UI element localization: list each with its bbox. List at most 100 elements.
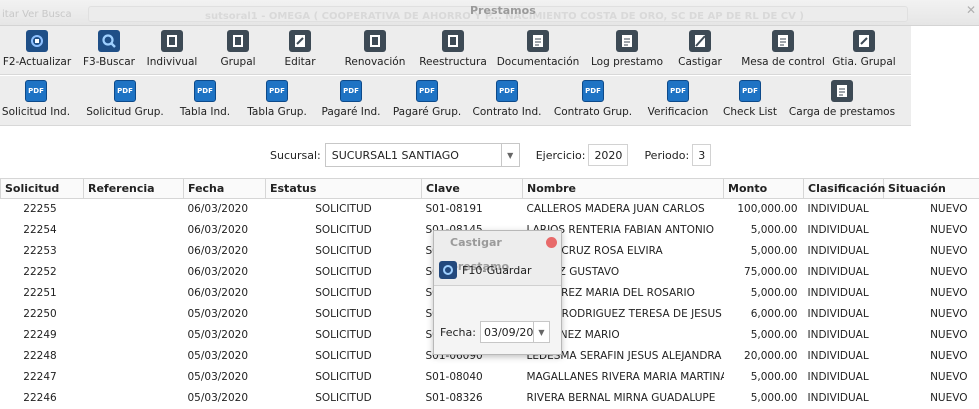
main-toolbar: F2-Actualizar F3-Buscar Indivivual Grupa… xyxy=(0,26,911,75)
status-cell: SOLICITUD xyxy=(315,287,372,299)
write-off-button[interactable]: Castigar xyxy=(675,28,725,72)
group-application-pdf-button[interactable]: PDF Solicitud Grup. xyxy=(86,78,164,122)
documentation-icon xyxy=(527,30,549,52)
request-cell: 22246 xyxy=(23,392,57,404)
key-cell: S01-08040 xyxy=(425,371,483,383)
group-button[interactable]: Grupal xyxy=(215,28,261,72)
column-header[interactable]: Solicitud xyxy=(0,178,84,199)
column-header[interactable]: Nombre xyxy=(522,178,724,199)
column-header[interactable]: Situación xyxy=(883,178,979,199)
status-cell: SOLICITUD xyxy=(315,224,372,236)
reference-cell xyxy=(84,388,184,409)
search-icon xyxy=(98,30,120,52)
status-cell: SOLICITUD xyxy=(315,371,372,383)
individual-application-pdf-button[interactable]: PDF Solicitud Ind. xyxy=(0,78,72,122)
pdf-icon: PDF xyxy=(739,80,761,102)
column-header[interactable]: Referencia xyxy=(83,178,184,199)
branch-label: Sucursal: xyxy=(270,148,321,162)
date-cell: 05/03/2020 xyxy=(187,371,249,383)
dialog-body xyxy=(434,286,561,354)
group-promissory-label: Pagaré Grup. xyxy=(392,106,462,118)
branch-select[interactable]: SUCURSAL1 SANTIAGO ▼ xyxy=(324,143,520,167)
classification-cell: INDIVIDUAL xyxy=(807,245,869,257)
verification-pdf-button[interactable]: PDF Verificacion xyxy=(645,78,711,122)
edit-icon xyxy=(289,30,311,52)
date-field[interactable]: 03/09/2020 ▼ xyxy=(479,321,550,343)
table-row[interactable]: 22247 05/03/2020 SOLICITUD S01-08040 MAGALLA… xyxy=(1,367,979,388)
save-button[interactable]: F10-Guardar xyxy=(439,259,532,281)
group-guarantee-button[interactable]: Gtia. Grupal xyxy=(832,28,896,72)
chevron-down-icon[interactable]: ▼ xyxy=(532,322,549,342)
amount-cell: 100,000.00 xyxy=(737,203,798,216)
filter-bar: Sucursal: SUCURSAL1 SANTIAGO ▼ Ejercicio… xyxy=(270,142,712,168)
control-desk-label: Mesa de control xyxy=(741,56,825,68)
column-header[interactable]: Clasificación xyxy=(803,178,885,199)
date-cell: 05/03/2020 xyxy=(187,308,249,320)
individual-table-pdf-button[interactable]: PDF Tabla Ind. xyxy=(178,78,232,122)
branch-select-value: SUCURSAL1 SANTIAGO xyxy=(331,148,459,162)
classification-cell: INDIVIDUAL xyxy=(807,308,869,320)
window-title: Prestamos xyxy=(470,4,536,17)
amount-cell: 5,000.00 xyxy=(750,329,798,341)
window-close-icon[interactable]: ✕ xyxy=(966,3,976,17)
status-cell: SOLICITUD xyxy=(315,308,372,320)
request-cell: 22247 xyxy=(23,371,57,383)
loan-log-button[interactable]: Log prestamo xyxy=(591,28,663,72)
control-desk-button[interactable]: Mesa de control xyxy=(741,28,825,72)
classification-cell: INDIVIDUAL xyxy=(807,329,869,341)
pdf-icon: PDF xyxy=(25,80,47,102)
chevron-down-icon[interactable]: ▼ xyxy=(500,144,519,166)
date-cell: 05/03/2020 xyxy=(187,392,249,404)
request-cell: 22254 xyxy=(23,224,57,236)
status-cell: SOLICITUD xyxy=(315,350,372,362)
renewal-button[interactable]: Renovación xyxy=(345,28,405,72)
reports-toolbar: PDF Solicitud Ind. PDF Solicitud Grup. P… xyxy=(0,76,911,126)
refresh-button[interactable]: F2-Actualizar xyxy=(3,28,71,72)
reference-cell xyxy=(84,304,184,325)
group-contract-pdf-button[interactable]: PDF Contrato Grup. xyxy=(554,78,632,122)
classification-cell: INDIVIDUAL xyxy=(807,392,869,404)
save-icon xyxy=(439,261,457,279)
date-cell: 06/03/2020 xyxy=(187,203,249,216)
edit-button[interactable]: Editar xyxy=(280,28,320,72)
situation-cell: NUEVO xyxy=(930,266,968,278)
fiscal-year-label: Ejercicio: xyxy=(535,148,586,162)
documentation-button[interactable]: Documentación xyxy=(497,28,579,72)
table-row[interactable]: 22255 06/03/2020 SOLICITUD S01-08191 CALLERO… xyxy=(1,199,979,220)
request-cell: 22250 xyxy=(23,308,57,320)
date-value[interactable]: 03/09/2020 xyxy=(481,326,533,339)
individual-button[interactable]: Indivivual xyxy=(141,28,203,72)
request-cell: 22252 xyxy=(23,266,57,278)
individual-promissory-label: Pagaré Ind. xyxy=(321,106,381,118)
situation-cell: NUEVO xyxy=(930,245,968,257)
column-header[interactable]: Clave xyxy=(421,178,523,199)
loan-upload-button[interactable]: Carga de prestamos xyxy=(789,78,895,122)
search-button[interactable]: F3-Buscar xyxy=(82,28,136,72)
individual-application-label: Solicitud Ind. xyxy=(1,106,71,118)
close-icon[interactable] xyxy=(546,237,557,248)
group-table-pdf-button[interactable]: PDF Tabla Grup. xyxy=(247,78,307,122)
table-row[interactable]: 22246 05/03/2020 SOLICITUD S01-08326 RIVERA … xyxy=(1,388,979,409)
date-row: Fecha: 03/09/2020 ▼ xyxy=(440,321,550,343)
individual-label: Indivivual xyxy=(146,56,198,68)
period-field[interactable]: 3 xyxy=(692,144,712,166)
individual-contract-pdf-button[interactable]: PDF Contrato Ind. xyxy=(472,78,542,122)
pdf-icon: PDF xyxy=(114,80,136,102)
column-header[interactable]: Fecha xyxy=(183,178,266,199)
window-title-bar: itar Ver Busca sutsoral1 - OMEGA ( COOPE… xyxy=(0,0,979,26)
amount-cell: 5,000.00 xyxy=(750,392,798,404)
restructure-label: Reestructura xyxy=(419,56,487,68)
amount-cell: 20,000.00 xyxy=(744,350,798,362)
column-header[interactable]: Monto xyxy=(723,178,804,199)
restructure-button[interactable]: Reestructura xyxy=(419,28,487,72)
group-promissory-pdf-button[interactable]: PDF Pagaré Grup. xyxy=(392,78,462,122)
document-icon xyxy=(831,80,853,102)
pdf-icon: PDF xyxy=(266,80,288,102)
classification-cell: INDIVIDUAL xyxy=(807,266,869,278)
check-list-pdf-button[interactable]: PDF Check List xyxy=(721,78,779,122)
column-header[interactable]: Estatus xyxy=(265,178,422,199)
fiscal-year-field[interactable]: 2020 xyxy=(588,144,629,166)
classification-cell: INDIVIDUAL xyxy=(807,203,869,216)
reference-cell xyxy=(84,346,184,367)
individual-promissory-pdf-button[interactable]: PDF Pagaré Ind. xyxy=(321,78,381,122)
